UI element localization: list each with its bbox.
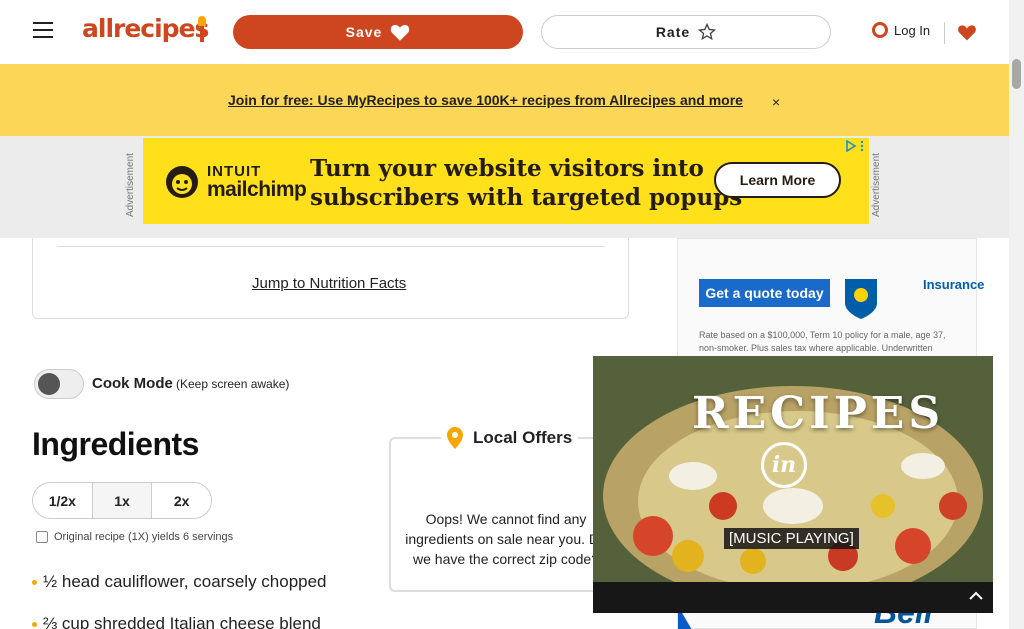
servings-scale-group: 1/2x 1x 2x (32, 482, 212, 519)
site-header: allrecipes Save Rate Log In (0, 0, 1009, 64)
page-scrollbar[interactable] (1009, 0, 1024, 629)
rbc-insurance-label: Insurance (923, 277, 985, 292)
mailchimp-brand: INTUIT mailchimp (165, 163, 307, 201)
user-icon (872, 22, 888, 38)
local-offers-title: Local Offers (473, 428, 573, 447)
recipe-page: allrecipes Save Rate Log In Join for fre… (0, 0, 1024, 629)
logo-accent (198, 16, 206, 46)
local-offers-card: Local Offers Oops! We cannot find any in… (389, 427, 619, 592)
ad-headline-line1: Turn your website visitors into (310, 155, 704, 182)
local-offers-header: Local Offers (441, 427, 579, 449)
join-free-link[interactable]: Join for free: Use MyRecipes to save 100… (228, 92, 743, 108)
location-pin-icon (447, 427, 463, 449)
cook-mode-label: Cook Mode (92, 375, 173, 392)
bullet-icon (32, 579, 37, 585)
video-title: RECIPES (692, 388, 945, 439)
more-options-icon (860, 140, 864, 152)
ad-headline-line2: subscribers with targeted popups (310, 184, 743, 211)
scale-1x-button[interactable]: 1x (92, 483, 153, 518)
heart-icon (958, 25, 976, 41)
freddie-icon (166, 166, 198, 198)
ad-label-right: Advertisement (871, 153, 882, 217)
ad-choices[interactable] (845, 140, 865, 152)
mailchimp-ad[interactable]: INTUIT mailchimp Turn your website visit… (143, 138, 869, 224)
close-icon[interactable] (966, 585, 986, 605)
get-quote-button[interactable]: Get a quote today (699, 279, 830, 307)
save-button[interactable]: Save (233, 15, 523, 49)
close-icon[interactable]: × (772, 94, 780, 110)
promo-banner: Join for free: Use MyRecipes to save 100… (0, 64, 1009, 136)
ad-headline: Turn your website visitors into subscrib… (310, 154, 742, 212)
scale-half-button[interactable]: 1/2x (33, 483, 93, 518)
header-divider (944, 22, 945, 44)
rate-button-label: Rate (655, 24, 691, 40)
recipe-details-card: Jump to Nutrition Facts (32, 238, 629, 319)
video-caption: [MUSIC PLAYING] (724, 528, 859, 549)
rbc-shield-icon (845, 279, 877, 319)
rbc-fine-print: Rate based on a $100,000, Term 10 policy… (699, 330, 946, 353)
scale-2x-button[interactable]: 2x (152, 483, 211, 518)
ingredient-item[interactable]: ½ head cauliflower, coarsely chopped (32, 572, 327, 592)
ingredients-heading: Ingredients (32, 426, 199, 462)
login-link[interactable]: Log In (872, 22, 930, 38)
cook-mode-toggle[interactable] (34, 369, 84, 399)
recipe-video-player[interactable]: RECIPES in [MUSIC PLAYING] (593, 356, 993, 582)
brand-mailchimp: mailchimp (207, 178, 307, 201)
ad-label-left: Advertisement (125, 153, 136, 217)
allrecipes-logo[interactable]: allrecipes (82, 14, 209, 43)
top-ad-strip: Advertisement Advertisement INTUIT mailc… (0, 136, 1009, 238)
learn-more-button[interactable]: Learn More (714, 162, 841, 198)
ingredient-text: ⅔ cup shredded Italian cheese blend (43, 614, 321, 629)
heart-icon (391, 25, 410, 41)
jump-to-nutrition-link[interactable]: Jump to Nutrition Facts (252, 275, 406, 292)
yield-text: Original recipe (1X) yields 6 servings (54, 531, 234, 543)
card-divider (57, 246, 605, 247)
adchoices-icon (846, 140, 857, 152)
saved-recipes-button[interactable] (957, 22, 977, 47)
brand-intuit: INTUIT (207, 163, 262, 180)
save-button-label: Save (345, 24, 383, 40)
ingredient-text: ½ head cauliflower, coarsely chopped (43, 572, 327, 591)
toggle-knob (38, 373, 60, 395)
menu-icon[interactable] (33, 22, 53, 38)
star-icon (698, 23, 717, 41)
ingredient-item[interactable]: ⅔ cup shredded Italian cheese blend (32, 614, 321, 629)
rate-button[interactable]: Rate (541, 15, 831, 49)
yield-note: Original recipe (1X) yields 6 servings (36, 531, 233, 543)
bullet-icon (32, 621, 37, 627)
scrollbar-thumb[interactable] (1012, 59, 1021, 89)
video-control-bar (593, 582, 993, 613)
yield-checkbox[interactable] (36, 531, 48, 543)
cook-mode-subtext: (Keep screen awake) (176, 377, 290, 391)
video-badge: in (761, 442, 807, 488)
login-label: Log In (894, 22, 931, 38)
local-offers-message: Oops! We cannot find any ingredients on … (405, 511, 607, 567)
